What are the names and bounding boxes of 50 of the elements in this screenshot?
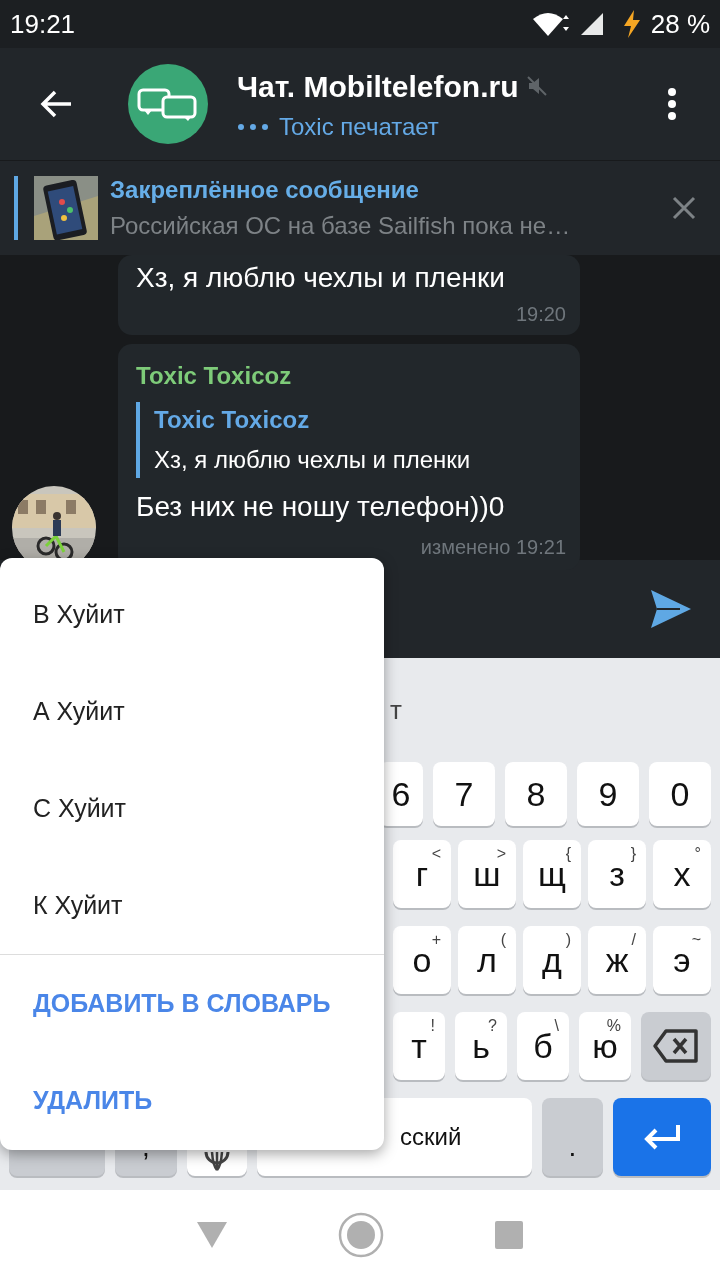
battery-percentage: 28 %: [650, 7, 710, 41]
sender-name: Toxic Toxicoz: [136, 361, 293, 391]
pinned-text: Российская ОС на базе Sailfish пока не…: [110, 211, 572, 241]
message-time: изменено 19:21: [420, 535, 566, 560]
keyboard-key[interactable]: 9: [577, 762, 639, 826]
keyboard-key[interactable]: 0: [649, 762, 711, 826]
keyboard-key[interactable]: д): [523, 926, 581, 994]
keyboard-key[interactable]: 8: [505, 762, 567, 826]
quoted-sender: Toxic Toxicoz: [154, 405, 311, 435]
keyboard-key[interactable]: 7: [433, 762, 495, 826]
chat-title: Чат. Mobiltelefon.ru: [237, 68, 519, 105]
menu-item[interactable]: А Хуйит: [0, 663, 384, 760]
keyboard-key[interactable]: ж/: [588, 926, 646, 994]
close-icon[interactable]: [672, 196, 696, 220]
pinned-accent-bar: [14, 176, 18, 240]
keyboard-key[interactable]: х°: [653, 840, 711, 908]
status-time: 19:21: [10, 7, 76, 41]
pinned-title: Закреплённое сообщение: [110, 175, 420, 205]
keyboard-key[interactable]: э~: [653, 926, 711, 994]
quoted-text: Хз, я люблю чехлы и пленки: [154, 445, 472, 475]
suggestion-word[interactable]: т: [390, 690, 402, 730]
keyboard-key[interactable]: ш>: [458, 840, 516, 908]
message-time: 19:20: [515, 302, 566, 327]
chat-bubbles-icon: [136, 87, 200, 121]
keyboard-key[interactable]: л(: [458, 926, 516, 994]
keyboard-key[interactable]: о+: [393, 926, 451, 994]
keyboard-key[interactable]: щ{: [523, 840, 581, 908]
message-text: Без них не ношу телефон))0: [136, 490, 506, 524]
keyboard-key[interactable]: з }: [588, 840, 646, 908]
back-icon[interactable]: [39, 89, 73, 119]
message-text: Хз, я люблю чехлы и пленки: [136, 261, 506, 295]
wifi-icon: [530, 11, 571, 37]
more-options-icon[interactable]: [667, 87, 677, 121]
keyboard-key[interactable]: .: [542, 1098, 603, 1176]
menu-item[interactable]: В Хуйит: [0, 566, 384, 663]
keyboard-key[interactable]: т!: [393, 1012, 445, 1080]
keyboard-key[interactable]: г<: [393, 840, 451, 908]
send-icon[interactable]: [650, 589, 692, 629]
keyboard-key[interactable]: б\: [517, 1012, 569, 1080]
pinned-message-bar[interactable]: Закреплённое сообщение Российская ОС на базе Sailfish пока не…: [0, 160, 720, 255]
keyboard-key[interactable]: ь?: [455, 1012, 507, 1080]
menu-action[interactable]: ДОБАВИТЬ В СЛОВАРЬ: [0, 955, 384, 1052]
chat-status: Toxic печатает: [279, 111, 439, 142]
backspace-key[interactable]: [641, 1012, 711, 1080]
quoted-message[interactable]: Toxic Toxicoz Хз, я люблю чехлы и пленки: [136, 402, 566, 478]
menu-item[interactable]: К Хуйит: [0, 857, 384, 954]
enter-key[interactable]: [613, 1098, 711, 1176]
keyboard-key[interactable]: ю%: [579, 1012, 631, 1080]
backspace-icon: [652, 1028, 700, 1064]
enter-icon: [642, 1123, 682, 1151]
